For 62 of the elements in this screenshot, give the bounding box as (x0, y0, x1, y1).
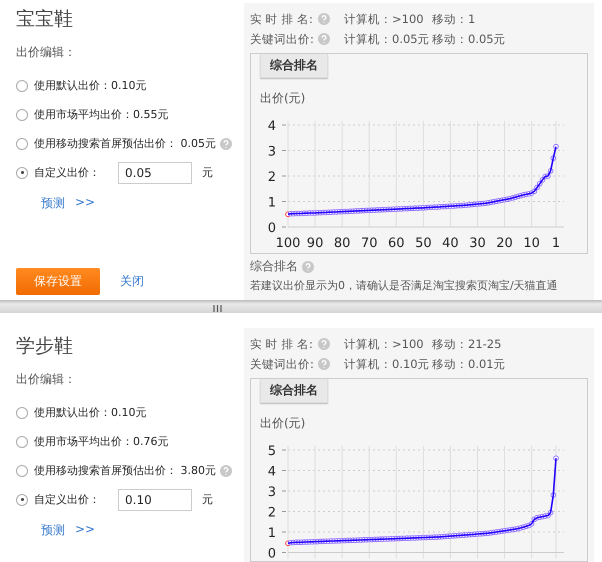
option-label: 使用移动搜索首屏预估出价： 3.80元 (34, 463, 216, 478)
x-tick-label: 30 (469, 236, 486, 251)
stat-label: 实 时 排 名: (250, 336, 314, 352)
option-label: 使用默认出价：0.10元 (34, 78, 146, 93)
y-tick-label: 1 (268, 196, 276, 210)
option-label: 使用市场平均出价：0.76元 (34, 434, 168, 449)
y-tick-label: 1 (268, 526, 276, 541)
ranking-tab[interactable]: 综合排名 (260, 54, 328, 78)
computer-value: 计算机：0.05元 (344, 32, 431, 46)
y-tick-label: 4 (268, 464, 276, 480)
axis-title: 出价(元) (260, 415, 306, 432)
y-tick-label: 0 (268, 221, 276, 236)
product-title: 学步鞋 (16, 334, 74, 359)
forecast-link[interactable]: 预测 (41, 195, 65, 212)
forecast-arrow[interactable]: >> (75, 195, 96, 212)
option-label: 使用市场平均出价：0.55元 (34, 107, 168, 122)
option-label: 自定义出价： (34, 492, 100, 507)
y-tick-label: 3 (268, 485, 276, 500)
x-tick-label: 90 (306, 236, 324, 251)
bid-input-field[interactable]: 0.10 (118, 488, 192, 510)
y-tick-label: 0 (268, 546, 276, 560)
option-label: 使用默认出价：0.10元 (34, 405, 146, 420)
x-tick-label: 70 (360, 236, 378, 251)
section-heading: 综合排名 (250, 258, 298, 275)
x-tick-label: 50 (415, 236, 432, 251)
unit-label: 元 (202, 165, 213, 180)
x-tick-label: 10 (523, 236, 540, 251)
save-button[interactable]: 保存设置 (16, 268, 100, 295)
mobile-value: 移动：0.01元 (432, 356, 506, 372)
mobile-value: 移动：21-25 (432, 336, 502, 352)
bid-input-field[interactable]: 0.05 (118, 162, 192, 184)
close-link[interactable]: 关闭 (120, 273, 144, 290)
y-tick-label: 4 (268, 119, 276, 134)
product-title: 宝宝鞋 (16, 7, 74, 32)
y-tick-label: 2 (268, 506, 276, 520)
unit-label: 元 (202, 492, 213, 507)
y-tick-label: 3 (268, 144, 276, 160)
axis-title: 出价(元) (260, 90, 306, 107)
bid-edit-label: 出价编辑： (16, 44, 77, 61)
x-tick-label: 60 (388, 236, 405, 251)
note-text: 若建议出价显示为0，请确认是否满足淘宝搜索页淘宝/天猫直通 (250, 278, 559, 293)
option-label: 使用移动搜索首屏预估出价： 0.05元 (34, 136, 216, 151)
computer-value: 计算机：>100 (344, 12, 425, 26)
forecast-link[interactable]: 预测 (41, 522, 65, 539)
y-tick-label: 5 (268, 444, 276, 459)
stat-label: 实 时 排 名: (250, 12, 314, 26)
stat-label: 关键词出价: (250, 32, 315, 46)
x-tick-label: 80 (334, 236, 350, 251)
option-label: 自定义出价： (34, 165, 100, 180)
y-tick-label: 2 (268, 170, 276, 185)
bid-edit-label: 出价编辑： (16, 371, 77, 388)
x-tick-label: 40 (442, 236, 459, 251)
forecast-arrow[interactable]: >> (75, 522, 96, 539)
x-tick-label: 100 (276, 236, 300, 251)
x-tick-label: 20 (496, 236, 513, 251)
mobile-value: 移动：0.05元 (432, 32, 506, 46)
computer-value: 计算机：0.10元 (344, 356, 431, 372)
stat-label: 关键词出价: (250, 356, 315, 372)
computer-value: 计算机：>100 (344, 336, 425, 352)
x-tick-label: 1 (552, 236, 560, 251)
ranking-tab[interactable]: 综合排名 (260, 379, 328, 403)
mobile-value: 移动：1 (432, 12, 476, 26)
